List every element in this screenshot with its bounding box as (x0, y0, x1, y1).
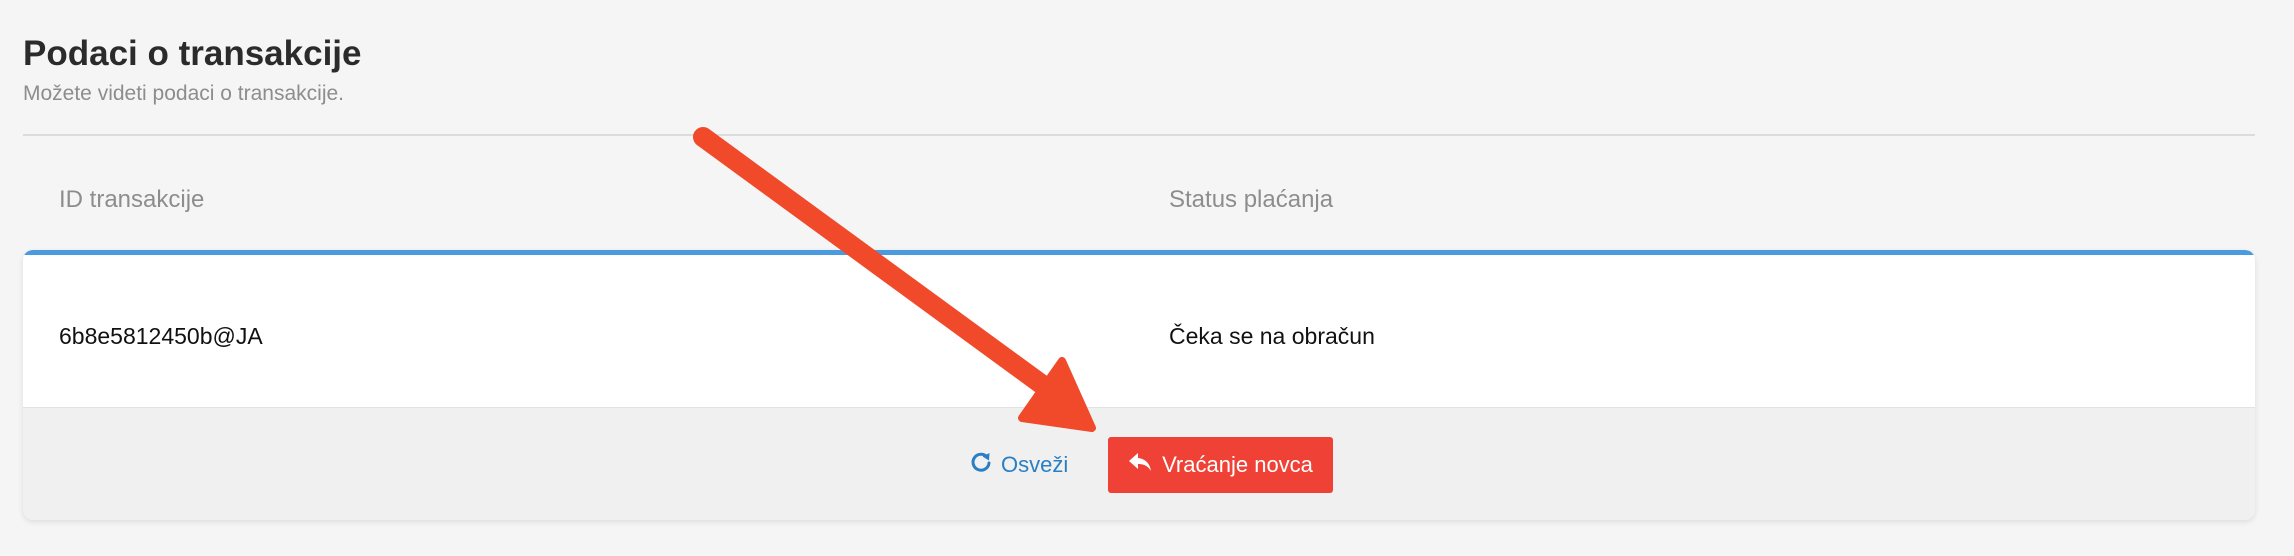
reply-arrow-icon (1128, 451, 1162, 479)
table-row: 6b8e5812450b@JA Čeka se na obračun (23, 250, 2255, 408)
transaction-card: 6b8e5812450b@JA Čeka se na obračun Osvež… (23, 250, 2255, 520)
refresh-button[interactable]: Osveži (970, 437, 1068, 493)
page-header: Podaci o transakcije Možete videti podac… (23, 30, 361, 108)
refund-label: Vraćanje novca (1162, 452, 1313, 477)
header-divider (23, 134, 2255, 136)
refresh-label: Osveži (1001, 452, 1069, 477)
payment-status-value: Čeka se na obračun (1169, 323, 1375, 349)
card-actions: Osveži Vraćanje novca (23, 437, 2255, 493)
column-header-payment-status: Status plaćanja (1169, 186, 1334, 213)
page-subtitle: Možete videti podaci o transakcije. (23, 82, 344, 105)
transaction-id-value: 6b8e5812450b@JA (59, 323, 263, 349)
refresh-icon (970, 450, 1001, 480)
page-title: Podaci o transakcije (23, 34, 362, 73)
column-header-transaction-id: ID transakcije (59, 186, 205, 213)
refund-button[interactable]: Vraćanje novca (1108, 437, 1333, 493)
